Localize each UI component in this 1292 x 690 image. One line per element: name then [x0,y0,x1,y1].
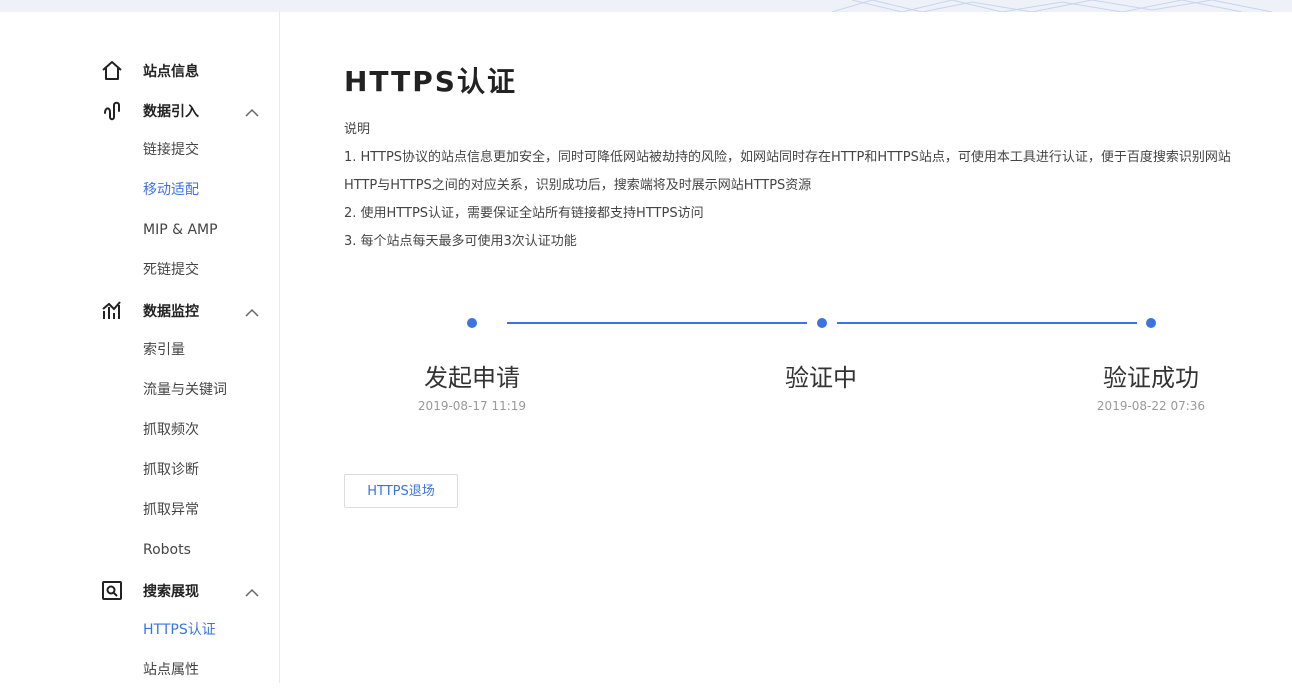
sidebar-item-mip-amp[interactable]: MIP & AMP [143,210,218,250]
description-line: 3. 每个站点每天最多可使用3次认证功能 [344,234,577,249]
step-title: 发起申请 [424,364,520,392]
sidebar-item-mobile-adapt[interactable]: 移动适配 [143,170,199,210]
description-heading: 说明 [344,122,371,137]
step-dot [467,318,477,328]
sidebar-group-site-info[interactable]: 站点信息 [100,50,270,90]
https-exit-button[interactable]: HTTPS退场 [344,474,458,508]
step-connector [507,322,807,324]
sidebar-group-data-import[interactable]: 数据引入 [100,90,270,130]
sidebar-item-site-attributes[interactable]: 站点属性 [143,650,199,690]
data-import-icon [100,99,124,123]
chevron-up-icon[interactable] [244,304,260,317]
description-line: HTTP与HTTPS之间的对应关系，识别成功后，搜索端将及时展示网站HTTPS资… [344,178,812,193]
step-title: 验证成功 [1103,364,1199,392]
chevron-up-icon[interactable] [244,104,260,117]
sidebar-item-robots[interactable]: Robots [143,530,191,570]
top-banner [0,0,1292,12]
banner-decoration [832,0,1273,12]
step-dot [817,318,827,328]
sidebar-item-dead-link[interactable]: 死链提交 [143,250,199,290]
sidebar-item-link-submit[interactable]: 链接提交 [143,130,199,170]
page-title: HTTPS认证 [344,65,517,98]
main-content: HTTPS认证 说明 1. HTTPS协议的站点信息更加安全，同时可降低网站被劫… [280,12,1292,683]
sidebar-group-search-display[interactable]: 搜索展现 [100,570,270,610]
step-time: 2019-08-17 11:19 [417,399,527,413]
sidebar-group-label: 数据监控 [143,304,199,320]
sidebar-item-crawl-errors[interactable]: 抓取异常 [143,490,199,530]
sidebar-group-label: 站点信息 [143,64,199,80]
data-monitor-icon [100,299,124,323]
sidebar-item-crawl-diagnosis[interactable]: 抓取诊断 [143,450,199,490]
step-title: 验证中 [785,364,857,392]
sidebar-group-data-monitor[interactable]: 数据监控 [100,290,270,330]
sidebar-group-label: 搜索展现 [143,584,199,600]
step-time: 2019-08-22 07:36 [1096,399,1206,413]
description-line: 2. 使用HTTPS认证，需要保证全站所有链接都支持HTTPS访问 [344,206,704,221]
sidebar-item-https-auth[interactable]: HTTPS认证 [143,610,216,650]
description-line: 1. HTTPS协议的站点信息更加安全，同时可降低网站被劫持的风险，如网站同时存… [344,150,1231,165]
sidebar-item-crawl-frequency[interactable]: 抓取频次 [143,410,199,450]
chevron-up-icon[interactable] [244,584,260,597]
sidebar-item-traffic-keywords[interactable]: 流量与关键词 [143,370,227,410]
search-display-icon [100,579,124,603]
sidebar-item-index-volume[interactable]: 索引量 [143,330,185,370]
sidebar: 站点信息 数据引入 链接提交 移动适配 MIP & AMP 死链提交 数据监控 … [0,12,280,683]
step-connector [837,322,1137,324]
home-icon [100,59,124,83]
sidebar-group-label: 数据引入 [143,104,199,120]
step-dot [1146,318,1156,328]
